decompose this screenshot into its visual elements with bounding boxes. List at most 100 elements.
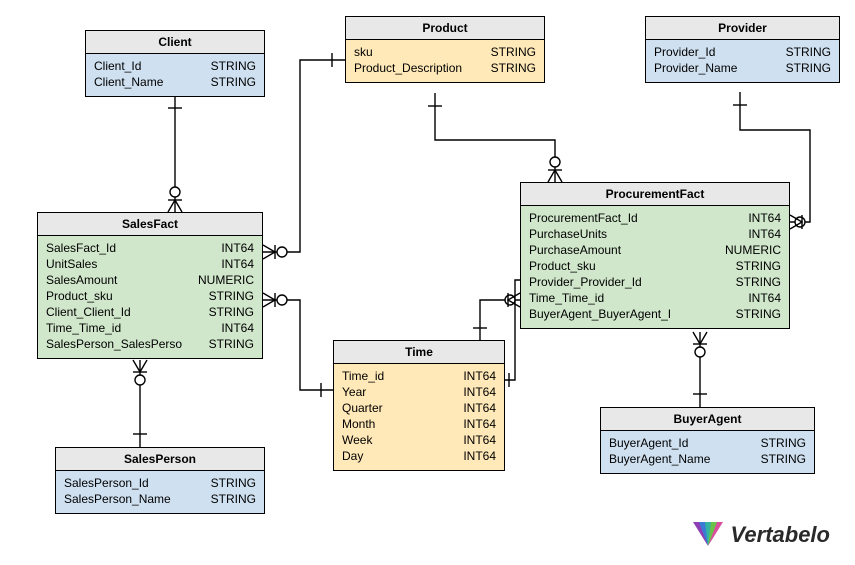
column-name: BuyerAgent_BuyerAgent_I [529, 306, 681, 322]
table-row: SalesPerson_NameSTRING [64, 491, 256, 507]
column-name: sku [354, 44, 383, 60]
column-type: STRING [786, 60, 831, 76]
column-type: INT64 [221, 256, 254, 272]
column-type: INT64 [748, 226, 781, 242]
table-row: Product_Description STRING [354, 60, 536, 76]
table-client[interactable]: Client Client_Id STRING Client_Name STRI… [85, 30, 265, 97]
table-row: BuyerAgent_NameSTRING [609, 451, 806, 467]
table-header: ProcurementFact [521, 183, 789, 206]
vertabelo-logo: Vertabelo [691, 520, 830, 550]
column-name: Client_Client_Id [46, 304, 141, 320]
table-salesfact[interactable]: SalesFact SalesFact_Id INT64 UnitSales INT… [37, 212, 263, 359]
column-type: NUMERIC [198, 272, 254, 288]
column-name: Day [342, 448, 373, 464]
table-body: Client_Id STRING Client_Name STRING [86, 54, 264, 96]
column-type: INT64 [463, 400, 496, 416]
column-name: Client_Name [94, 74, 173, 90]
table-row: Month INT64 [342, 416, 496, 432]
column-type: STRING [736, 306, 781, 322]
column-name: Product_sku [529, 258, 606, 274]
table-row: Provider_Provider_Id STRING [529, 274, 781, 290]
table-row: Day INT64 [342, 448, 496, 464]
column-name: SalesFact_Id [46, 240, 126, 256]
column-name: Provider_Name [654, 60, 747, 76]
column-type: INT64 [463, 416, 496, 432]
table-body: SalesPerson_Id STRING SalesPerson_NameSTR… [56, 471, 264, 513]
column-type: STRING [491, 60, 536, 76]
table-row: SalesAmount NUMERIC [46, 272, 254, 288]
table-header: BuyerAgent [601, 408, 814, 431]
table-body: Time_id INT64 Year INT64 Quarter INT64 Mont… [334, 364, 504, 470]
column-name: Week [342, 432, 382, 448]
table-row: Time_Time_id INT64 [529, 290, 781, 306]
table-row: Year INT64 [342, 384, 496, 400]
column-name: Client_Id [94, 58, 151, 74]
column-type: STRING [211, 74, 256, 90]
table-body: sku STRING Product_Description STRING [346, 40, 544, 82]
column-type: INT64 [221, 240, 254, 256]
column-name: Time_id [342, 368, 394, 384]
column-name: UnitSales [46, 256, 107, 272]
column-name: Time_Time_id [46, 320, 131, 336]
table-product[interactable]: Product sku STRING Product_Description S… [345, 16, 545, 83]
column-name: Product_sku [46, 288, 123, 304]
column-type: NUMERIC [725, 242, 781, 258]
table-time[interactable]: Time Time_idINT64 YearINT64 QuarterINT64… [333, 340, 505, 471]
column-type: STRING [209, 336, 254, 352]
table-row: PurchaseAmount NUMERIC [529, 242, 781, 258]
table-row: Provider_Id STRING [654, 44, 831, 60]
table-buyeragent[interactable]: BuyerAgent BuyerAgent_IdSTRING BuyerAgen… [600, 407, 815, 474]
column-name: Time_Time_id [529, 290, 614, 306]
table-row: SalesFact_Id INT64 [46, 240, 254, 256]
table-body: Provider_Id STRING Provider_Name STRING [646, 40, 839, 82]
table-body: SalesFact_Id INT64 UnitSales INT64 SalesAm… [38, 236, 262, 358]
column-type: INT64 [748, 290, 781, 306]
table-row: Quarter INT64 [342, 400, 496, 416]
column-type: STRING [786, 44, 831, 60]
table-header: SalesPerson [56, 448, 264, 471]
table-header: SalesFact [38, 213, 262, 236]
column-type: INT64 [748, 210, 781, 226]
column-name: Month [342, 416, 385, 432]
table-provider[interactable]: Provider Provider_Id STRING Provider_Nam… [645, 16, 840, 83]
table-row: Product_skuSTRING [529, 258, 781, 274]
column-type: STRING [209, 288, 254, 304]
table-row: Client_Id STRING [94, 58, 256, 74]
vertabelo-logo-text: Vertabelo [731, 522, 830, 548]
table-procurementfact[interactable]: ProcurementFact ProcurementFact_Id INT64 … [520, 182, 790, 329]
table-row: PurchaseUnitsINT64 [529, 226, 781, 242]
column-name: SalesAmount [46, 272, 127, 288]
column-type: STRING [491, 44, 536, 60]
column-type: INT64 [221, 320, 254, 336]
er-diagram-canvas: Client Client_Id STRING Client_Name STRI… [0, 0, 855, 565]
table-row: sku STRING [354, 44, 536, 60]
table-body: ProcurementFact_Id INT64 PurchaseUnitsINT… [521, 206, 789, 328]
table-header: Provider [646, 17, 839, 40]
vertabelo-logo-icon [691, 520, 725, 550]
column-type: STRING [211, 58, 256, 74]
table-row: WeekINT64 [342, 432, 496, 448]
table-row: Client_Name STRING [94, 74, 256, 90]
column-type: INT64 [463, 368, 496, 384]
column-name: ProcurementFact_Id [529, 210, 648, 226]
table-row: BuyerAgent_IdSTRING [609, 435, 806, 451]
column-type: INT64 [463, 448, 496, 464]
column-type: INT64 [463, 384, 496, 400]
table-row: Client_Client_Id STRING [46, 304, 254, 320]
column-type: STRING [761, 451, 806, 467]
column-name: Provider_Id [654, 44, 725, 60]
column-name: BuyerAgent_Id [609, 435, 698, 451]
column-type: STRING [209, 304, 254, 320]
column-name: Quarter [342, 400, 393, 416]
table-header: Product [346, 17, 544, 40]
column-name: PurchaseAmount [529, 242, 631, 258]
column-name: Provider_Provider_Id [529, 274, 652, 290]
table-row: Product_sku STRING [46, 288, 254, 304]
table-row: Time_id INT64 [342, 368, 496, 384]
column-type: STRING [211, 475, 256, 491]
column-type: STRING [736, 274, 781, 290]
column-name: Year [342, 384, 376, 400]
column-name: SalesPerson_Id [64, 475, 159, 491]
column-name: Product_Description [354, 60, 472, 76]
table-salesperson[interactable]: SalesPerson SalesPerson_Id STRING SalesPe… [55, 447, 265, 514]
